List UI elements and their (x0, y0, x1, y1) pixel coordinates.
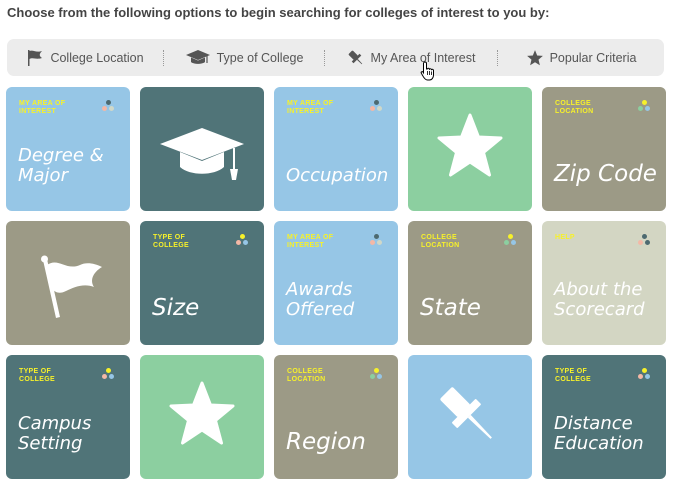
tile-category: TYPE OF COLLEGE (153, 234, 189, 249)
star-icon (140, 355, 264, 479)
tile-degree-and-major[interactable]: MY AREA OF INTEREST Degree & Major (6, 87, 130, 211)
tile-state[interactable]: COLLEGE LOCATION State (408, 221, 532, 345)
hand-pointer-cursor-icon (420, 61, 436, 86)
tile-category: HELP (555, 234, 575, 241)
pushpin-icon (347, 49, 365, 67)
star-icon (526, 49, 544, 67)
tile-awards-offered[interactable]: MY AREA OF INTEREST Awards Offered (274, 221, 398, 345)
tile-category: TYPE OF COLLEGE (555, 368, 591, 383)
tile-title: About the Scorecard (554, 279, 645, 320)
tile-popular-criteria-graphic[interactable] (408, 87, 532, 211)
tile-title: Zip Code (554, 161, 657, 187)
tile-about-the-scorecard[interactable]: HELP About the Scorecard (542, 221, 666, 345)
nav-popular-criteria[interactable]: Popular Criteria (498, 39, 664, 76)
pushpin-icon (408, 355, 532, 479)
tile-type-of-college-graphic[interactable] (140, 87, 264, 211)
category-dots-icon (101, 368, 117, 382)
category-dots-icon (637, 368, 653, 382)
tile-title: Degree & Major (18, 145, 104, 186)
nav-label: Type of College (216, 50, 304, 65)
tile-popular-criteria-graphic[interactable] (140, 355, 264, 479)
tile-title: Size (152, 295, 200, 321)
tile-zip-code[interactable]: COLLEGE LOCATION Zip Code (542, 87, 666, 211)
category-dots-icon (637, 234, 653, 248)
graduation-cap-icon (185, 49, 211, 67)
tile-category: MY AREA OF INTEREST (287, 234, 334, 249)
tile-category: COLLEGE LOCATION (555, 100, 594, 115)
tile-title: Region (286, 429, 366, 455)
tile-title: Distance Education (554, 413, 644, 454)
tile-category: MY AREA OF INTEREST (19, 100, 66, 115)
tile-region[interactable]: COLLEGE LOCATION Region (274, 355, 398, 479)
category-nav-bar: College Location Type of College My Area… (7, 39, 664, 76)
flag-icon (6, 221, 130, 345)
tile-category: COLLEGE LOCATION (421, 234, 460, 249)
category-dots-icon (369, 368, 385, 382)
tile-category: TYPE OF COLLEGE (19, 368, 55, 383)
flag-icon (26, 49, 44, 67)
category-dots-icon (637, 100, 653, 114)
tile-title: Occupation (286, 165, 389, 186)
graduation-cap-icon (140, 87, 264, 211)
nav-label: College Location (50, 50, 144, 65)
category-dots-icon (369, 100, 385, 114)
tile-title: State (420, 295, 481, 321)
tile-my-area-of-interest-graphic[interactable] (408, 355, 532, 479)
tile-category: COLLEGE LOCATION (287, 368, 326, 383)
category-dots-icon (369, 234, 385, 248)
nav-label: Popular Criteria (549, 50, 637, 65)
nav-my-area-of-interest[interactable]: My Area of Interest (325, 39, 497, 76)
tile-occupation[interactable]: MY AREA OF INTEREST Occupation (274, 87, 398, 211)
category-dots-icon (235, 234, 251, 248)
nav-type-of-college[interactable]: Type of College (164, 39, 324, 76)
category-dots-icon (101, 100, 117, 114)
tile-campus-setting[interactable]: TYPE OF COLLEGE Campus Setting (6, 355, 130, 479)
tile-size[interactable]: TYPE OF COLLEGE Size (140, 221, 264, 345)
page-heading: Choose from the following options to beg… (7, 5, 550, 20)
tile-title: Campus Setting (18, 413, 92, 454)
tile-distance-education[interactable]: TYPE OF COLLEGE Distance Education (542, 355, 666, 479)
category-dots-icon (503, 234, 519, 248)
tile-title: Awards Offered (286, 279, 355, 320)
star-icon (408, 87, 532, 211)
tile-college-location-graphic[interactable] (6, 221, 130, 345)
nav-college-location[interactable]: College Location (7, 39, 163, 76)
tile-category: MY AREA OF INTEREST (287, 100, 334, 115)
